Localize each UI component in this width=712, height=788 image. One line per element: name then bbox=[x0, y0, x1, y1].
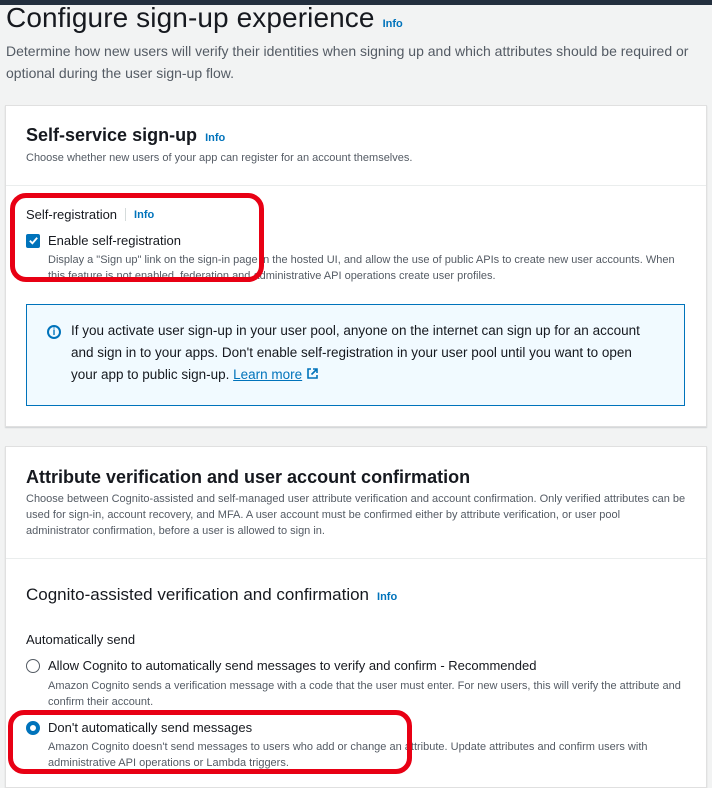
external-link-icon[interactable] bbox=[306, 367, 319, 380]
cognito-assisted-info-link[interactable]: Info bbox=[377, 591, 397, 603]
self-service-description: Choose whether new users of your app can… bbox=[26, 152, 413, 164]
attribute-verification-title: Attribute verification and user account … bbox=[26, 467, 471, 487]
attribute-verification-description: Choose between Cognito-assisted and self… bbox=[26, 493, 686, 537]
alert-message: If you activate user sign-up in your use… bbox=[71, 323, 640, 382]
page-info-link[interactable]: Info bbox=[383, 18, 403, 30]
page-description: Determine how new users will verify thei… bbox=[6, 43, 689, 81]
self-service-title: Self-service sign-up bbox=[26, 125, 198, 145]
self-service-info-link[interactable]: Info bbox=[205, 132, 225, 144]
highlight-dont-send bbox=[8, 710, 412, 774]
self-registration-alert: i If you activate user sign-up in your u… bbox=[26, 304, 685, 406]
page-title: Configure sign-up experience bbox=[6, 2, 375, 33]
allow-cognito-description: Amazon Cognito sends a verification mess… bbox=[48, 680, 681, 708]
radio-option-allow-cognito[interactable]: Allow Cognito to automatically send mess… bbox=[26, 658, 536, 673]
learn-more-link[interactable]: Learn more bbox=[233, 367, 302, 382]
automatically-send-label: Automatically send bbox=[26, 632, 136, 647]
page-header: Configure sign-up experience Info bbox=[6, 2, 403, 34]
highlight-self-registration bbox=[10, 193, 264, 282]
learn-more-label[interactable]: Learn more bbox=[233, 367, 302, 382]
cognito-assisted-title-row: Cognito-assisted verification and confir… bbox=[26, 585, 397, 605]
alert-text-block: If you activate user sign-up in your use… bbox=[71, 320, 661, 386]
cognito-assisted-title: Cognito-assisted verification and confir… bbox=[26, 585, 370, 604]
info-circle-icon: i bbox=[47, 325, 61, 339]
radio-unselected-icon[interactable] bbox=[26, 658, 40, 673]
allow-cognito-label: Allow Cognito to automatically send mess… bbox=[48, 658, 537, 673]
